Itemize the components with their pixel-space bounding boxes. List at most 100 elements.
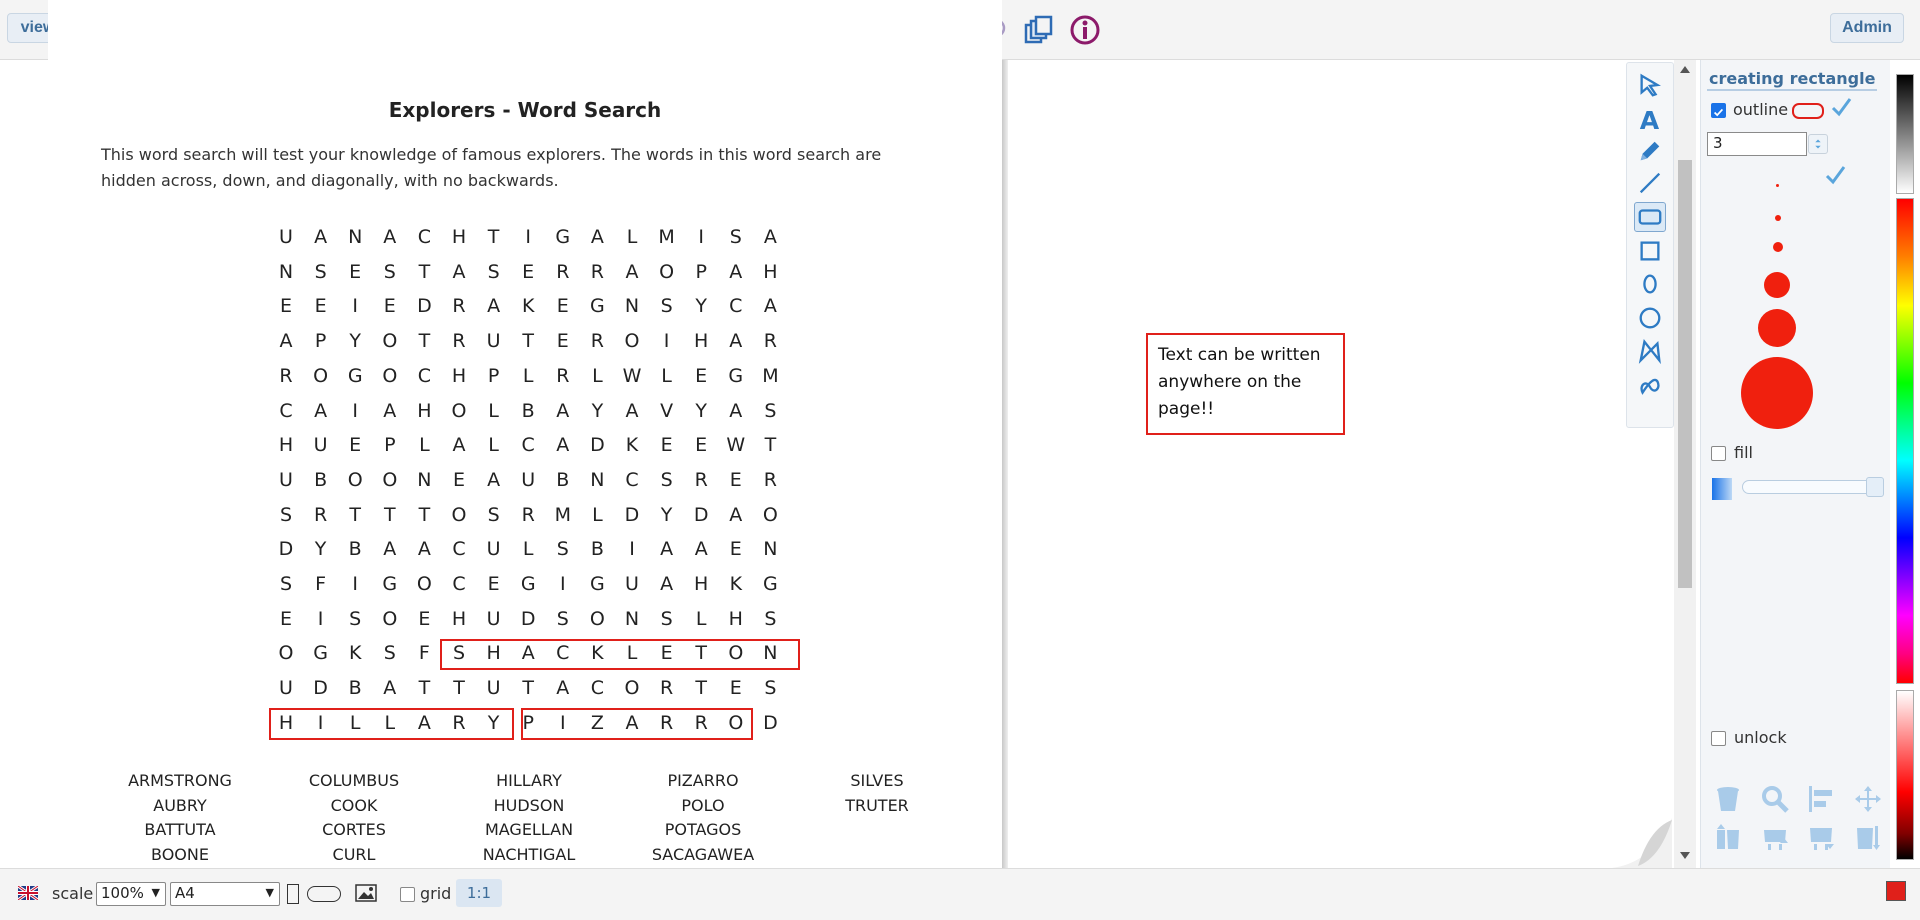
grid-letter[interactable]: O (304, 365, 338, 387)
grid-letter[interactable]: R (269, 365, 303, 387)
grid-letter[interactable]: N (269, 261, 303, 283)
grid-letter[interactable]: E (650, 434, 684, 456)
pencil-icon[interactable] (1634, 136, 1666, 166)
grid-letter[interactable]: A (373, 677, 407, 699)
next-page-canvas[interactable] (1008, 60, 1630, 868)
grayscale-palette[interactable] (1896, 74, 1914, 194)
grid-letter[interactable]: L (580, 504, 614, 526)
grid-letter[interactable]: A (373, 400, 407, 422)
grid-letter[interactable]: A (442, 261, 476, 283)
grid-letter[interactable]: A (615, 400, 649, 422)
uk-flag-icon[interactable] (18, 886, 38, 900)
grid-letter[interactable]: A (719, 504, 753, 526)
grid-letter[interactable]: H (442, 608, 476, 630)
grid-letter[interactable]: T (407, 261, 441, 283)
fill-checkbox[interactable] (1711, 446, 1726, 461)
grid-letter[interactable]: B (338, 538, 372, 560)
size-option-4[interactable] (1764, 272, 1790, 298)
grid-letter[interactable]: L (477, 434, 511, 456)
text-tool-icon[interactable]: A (1634, 104, 1666, 134)
outline-checkbox[interactable] (1711, 103, 1726, 118)
grid-letter[interactable]: O (442, 504, 476, 526)
circle-icon[interactable] (1634, 303, 1666, 333)
scrollbar-thumb[interactable] (1678, 160, 1692, 588)
page-size-select[interactable]: A4 ▼ (170, 882, 280, 906)
grid-letter[interactable]: G (580, 295, 614, 317)
grid-letter[interactable]: C (407, 365, 441, 387)
grid-letter[interactable]: R (546, 365, 580, 387)
grid-letter[interactable]: B (304, 469, 338, 491)
grid-letter[interactable]: T (442, 677, 476, 699)
grid-letter[interactable]: N (615, 295, 649, 317)
grid-letter[interactable]: S (338, 608, 372, 630)
grid-letter[interactable]: H (753, 261, 787, 283)
grid-letter[interactable]: E (373, 295, 407, 317)
send-backward-icon[interactable] (1806, 822, 1836, 852)
grid-letter[interactable]: L (511, 365, 545, 387)
grid-letter[interactable]: R (511, 504, 545, 526)
grid-letter[interactable]: M (753, 365, 787, 387)
grid-letter[interactable]: S (546, 538, 580, 560)
grid-letter[interactable]: I (338, 400, 372, 422)
grid-letter[interactable]: A (719, 261, 753, 283)
grid-letter[interactable]: S (269, 504, 303, 526)
grid-letter[interactable]: O (373, 330, 407, 352)
grid-letter[interactable]: L (650, 365, 684, 387)
grid-letter[interactable]: E (338, 261, 372, 283)
grid-letter[interactable]: S (373, 642, 407, 664)
grid-letter[interactable]: D (580, 434, 614, 456)
fill-gradient-swatch[interactable] (1712, 478, 1732, 500)
grid-letter[interactable]: Y (580, 400, 614, 422)
grid-letter[interactable]: T (477, 226, 511, 248)
grid-letter[interactable]: O (373, 469, 407, 491)
info-icon[interactable] (1068, 12, 1102, 48)
grid-letter[interactable]: R (650, 677, 684, 699)
background-image-icon[interactable] (355, 884, 377, 902)
grid-letter[interactable]: I (338, 573, 372, 595)
move-icon[interactable] (1853, 784, 1883, 814)
unlock-checkbox[interactable] (1711, 731, 1726, 746)
grid-letter[interactable]: E (304, 295, 338, 317)
line-width-input[interactable]: 3 (1707, 132, 1807, 156)
grid-letter[interactable]: E (338, 434, 372, 456)
text-note-box[interactable]: Text can be written anywhere on the page… (1146, 333, 1345, 435)
grid-letter[interactable]: I (650, 330, 684, 352)
grid-letter[interactable]: S (477, 504, 511, 526)
grid-letter[interactable]: H (719, 608, 753, 630)
grid-letter[interactable]: O (269, 642, 303, 664)
grid-letter[interactable]: W (719, 434, 753, 456)
grid-letter[interactable]: R (580, 261, 614, 283)
grid-letter[interactable]: N (407, 469, 441, 491)
grid-letter[interactable]: I (615, 538, 649, 560)
align-left-icon[interactable] (1806, 784, 1836, 814)
grid-letter[interactable]: E (719, 677, 753, 699)
grid-letter[interactable]: S (477, 261, 511, 283)
grid-letter[interactable]: U (477, 538, 511, 560)
grid-letter[interactable]: R (753, 330, 787, 352)
grid-letter[interactable]: D (684, 504, 718, 526)
grid-letter[interactable]: C (719, 295, 753, 317)
grid-letter[interactable]: L (615, 226, 649, 248)
grid-letter[interactable]: O (338, 469, 372, 491)
grid-letter[interactable]: D (615, 504, 649, 526)
grid-letter[interactable]: E (442, 469, 476, 491)
grid-letter[interactable]: G (511, 573, 545, 595)
grid-letter[interactable]: Y (684, 400, 718, 422)
grid-letter[interactable]: U (477, 330, 511, 352)
grid-letter[interactable]: Y (304, 538, 338, 560)
grid-letter[interactable]: L (477, 400, 511, 422)
grid-letter[interactable]: A (684, 538, 718, 560)
grid-letter[interactable]: T (511, 330, 545, 352)
grid-letter[interactable]: N (753, 538, 787, 560)
grid-letter[interactable]: U (269, 469, 303, 491)
grid-letter[interactable]: T (753, 434, 787, 456)
grid-letter[interactable]: A (580, 226, 614, 248)
grid-letter[interactable]: G (719, 365, 753, 387)
trash-icon[interactable] (1713, 784, 1743, 814)
grid-letter[interactable]: H (684, 330, 718, 352)
landscape-orientation-icon[interactable] (307, 886, 341, 902)
grid-letter[interactable]: A (615, 261, 649, 283)
grid-letter[interactable]: Y (338, 330, 372, 352)
grid-letter[interactable]: U (304, 434, 338, 456)
grid-checkbox[interactable] (400, 887, 415, 902)
